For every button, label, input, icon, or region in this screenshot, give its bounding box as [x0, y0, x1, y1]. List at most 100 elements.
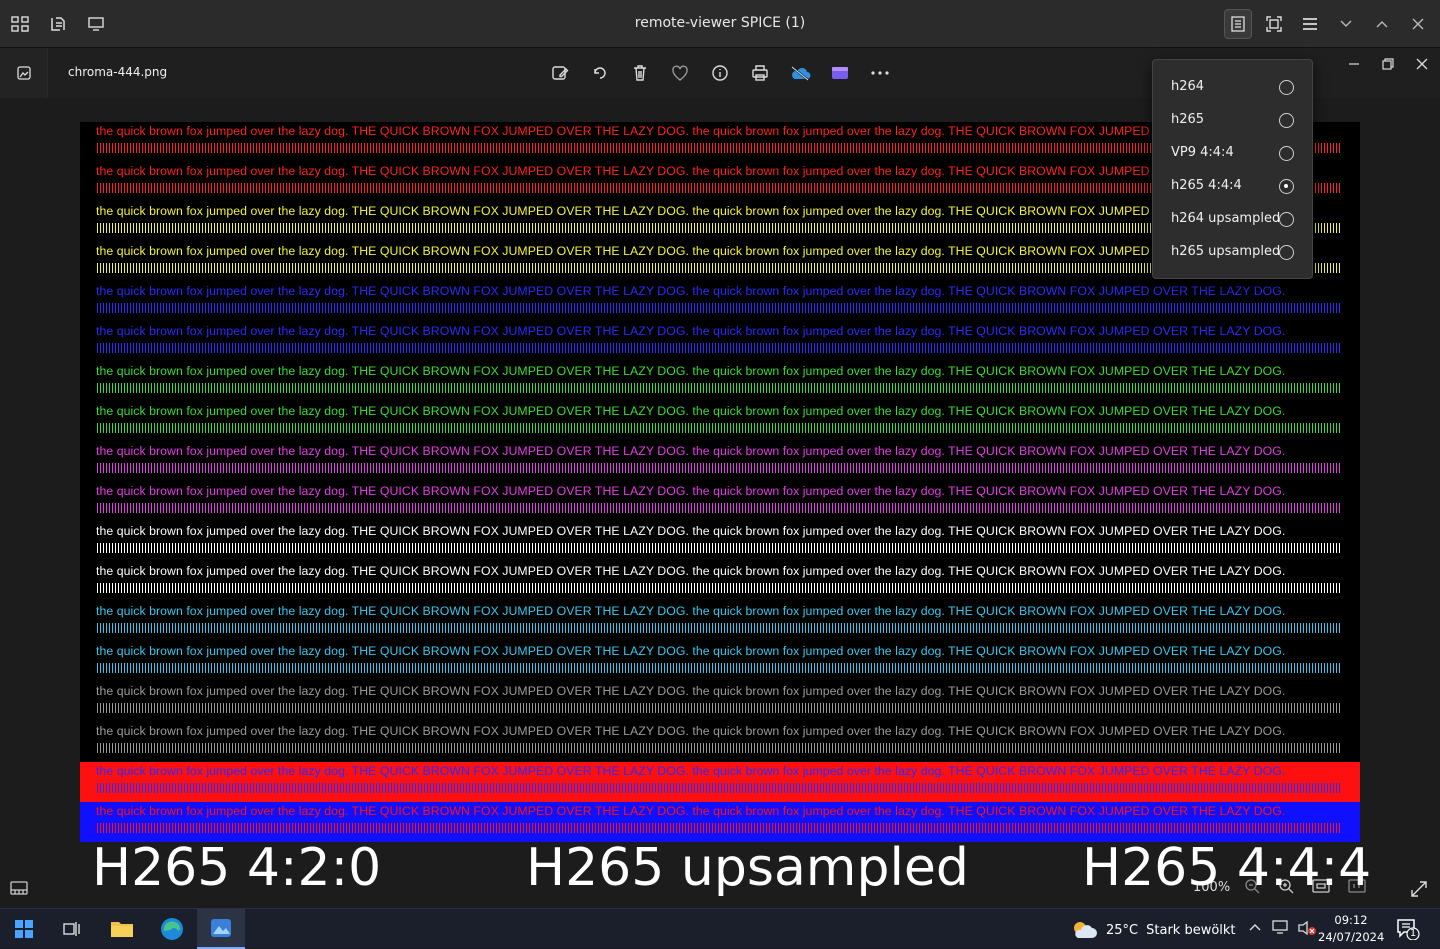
line-pattern: [97, 303, 1340, 313]
codec-option[interactable]: h265: [1153, 103, 1312, 136]
clock-date: 24/07/2024: [1318, 930, 1385, 944]
codec-option[interactable]: VP9 4:4:4: [1153, 136, 1312, 169]
codec-radio-button[interactable]: [1279, 245, 1294, 260]
photos-window-controls: [1348, 56, 1428, 74]
line-pattern: [97, 783, 1340, 793]
remote-viewer-titlebar: remote-viewer SPICE (1): [0, 0, 1440, 48]
codec-option[interactable]: h265 4:4:4: [1153, 169, 1312, 202]
start-button[interactable]: [0, 909, 48, 949]
pangram-text: the quick brown fox jumped over the lazy…: [96, 484, 1286, 498]
system-clock[interactable]: 09:12 24/07/2024: [1318, 912, 1384, 946]
line-pattern: [97, 823, 1340, 833]
hamburger-menu-icon[interactable]: [1296, 9, 1324, 39]
notification-center-icon[interactable]: 1: [1396, 918, 1420, 941]
codec-radio-button[interactable]: [1279, 179, 1294, 194]
volume-muted-icon[interactable]: [1298, 920, 1316, 940]
line-pattern: [97, 383, 1340, 393]
pangram-text: the quick brown fox jumped over the lazy…: [96, 164, 1286, 178]
delete-icon[interactable]: [628, 61, 652, 85]
codec-option-label: h264: [1171, 79, 1205, 94]
line-pattern: [97, 543, 1340, 553]
minimize-chevron-icon[interactable]: [1332, 9, 1360, 39]
weather-widget[interactable]: 25°C Stark bewölkt: [1070, 920, 1236, 940]
test-pattern-row: the quick brown fox jumped over the lazy…: [80, 642, 1360, 682]
task-view-icon[interactable]: [48, 909, 96, 949]
more-options-icon[interactable]: [868, 61, 892, 85]
cloud-weather-icon: [1074, 922, 1097, 938]
fullscreen-icon[interactable]: [1260, 9, 1288, 39]
codec-option[interactable]: h264 upsampled: [1153, 202, 1312, 235]
test-pattern-row: the quick brown fox jumped over the lazy…: [80, 682, 1360, 722]
file-name: chroma-444.png: [68, 65, 168, 79]
windows-taskbar: 25°C Stark bewölkt 09:12 24/07/2024 1: [0, 908, 1440, 949]
codec-radio-button[interactable]: [1279, 80, 1294, 95]
line-pattern: [97, 583, 1340, 593]
pangram-text: the quick brown fox jumped over the lazy…: [96, 604, 1286, 618]
line-pattern: [97, 743, 1340, 753]
test-pattern-row: the quick brown fox jumped over the lazy…: [80, 362, 1360, 402]
pangram-text: the quick brown fox jumped over the lazy…: [96, 684, 1286, 698]
file-explorer-icon[interactable]: [98, 909, 146, 949]
test-pattern-row: the quick brown fox jumped over the lazy…: [80, 442, 1360, 482]
maximize-chevron-icon[interactable]: [1368, 9, 1396, 39]
comparison-captions: H265 4:2:0 H265 upsampled H265 4:4:4: [0, 838, 1440, 898]
codec-option[interactable]: h264: [1153, 70, 1312, 103]
caption-left: H265 4:2:0: [92, 838, 382, 898]
chevron-up-icon[interactable]: [1248, 920, 1262, 940]
codec-dropdown-menu: h264 h265 VP9 4:4:4 h265 4:4:4 h264 upsample…: [1152, 59, 1313, 279]
pangram-text: the quick brown fox jumped over the lazy…: [96, 444, 1286, 458]
close-icon[interactable]: [1404, 9, 1432, 39]
codec-option-label: h265: [1171, 112, 1205, 127]
pangram-text: the quick brown fox jumped over the lazy…: [96, 404, 1286, 418]
favorite-heart-icon[interactable]: [668, 61, 692, 85]
line-pattern: [97, 703, 1340, 713]
weather-temperature: 25°C: [1106, 922, 1139, 938]
edge-browser-icon[interactable]: [148, 909, 196, 949]
codec-radio-button[interactable]: [1279, 113, 1294, 128]
codec-radio-button[interactable]: [1279, 212, 1294, 227]
line-pattern: [97, 423, 1340, 433]
caption-center: H265 upsampled: [526, 838, 969, 898]
photos-taskbar-icon[interactable]: [197, 909, 245, 949]
titlebar-right-tools: [1224, 9, 1432, 39]
clipchamp-icon[interactable]: [828, 61, 852, 85]
rotate-icon[interactable]: [588, 61, 612, 85]
pangram-text: the quick brown fox jumped over the lazy…: [96, 644, 1286, 658]
weather-description: Stark bewölkt: [1146, 922, 1236, 938]
pangram-text: the quick brown fox jumped over the lazy…: [96, 244, 1286, 258]
photos-gallery-icon[interactable]: [0, 48, 48, 98]
line-pattern: [97, 663, 1340, 673]
pangram-text: the quick brown fox jumped over the lazy…: [96, 524, 1286, 538]
test-pattern-row: the quick brown fox jumped over the lazy…: [80, 322, 1360, 362]
codec-option-label: h265 upsampled: [1171, 244, 1281, 259]
codec-option-label: h264 upsampled: [1171, 211, 1281, 226]
line-pattern: [97, 623, 1340, 633]
test-pattern-row: the quick brown fox jumped over the lazy…: [80, 282, 1360, 322]
caption-right: H265 4:4:4: [1082, 838, 1372, 898]
codec-menu-button[interactable]: [1224, 9, 1252, 39]
print-icon[interactable]: [748, 61, 772, 85]
photos-close-icon[interactable]: [1416, 56, 1428, 74]
codec-option[interactable]: h265 upsampled: [1153, 235, 1312, 268]
test-pattern-row: the quick brown fox jumped over the lazy…: [80, 722, 1360, 762]
network-icon[interactable]: [1272, 920, 1288, 940]
pangram-text: the quick brown fox jumped over the lazy…: [96, 564, 1286, 578]
pangram-text: the quick brown fox jumped over the lazy…: [96, 724, 1286, 738]
pangram-text: the quick brown fox jumped over the lazy…: [96, 124, 1286, 138]
photos-restore-icon[interactable]: [1382, 56, 1394, 74]
test-pattern-row: the quick brown fox jumped over the lazy…: [80, 562, 1360, 602]
test-pattern-row: the quick brown fox jumped over the lazy…: [80, 802, 1360, 842]
codec-radio-button[interactable]: [1279, 146, 1294, 161]
test-pattern-row: the quick brown fox jumped over the lazy…: [80, 522, 1360, 562]
edit-image-icon[interactable]: [548, 61, 572, 85]
onedrive-cloud-icon[interactable]: [788, 61, 812, 85]
codec-option-label: h265 4:4:4: [1171, 178, 1242, 193]
pangram-text: the quick brown fox jumped over the lazy…: [96, 324, 1286, 338]
test-pattern-row: the quick brown fox jumped over the lazy…: [80, 602, 1360, 642]
photo-toolbar: [548, 61, 892, 85]
notification-count: 1: [1409, 928, 1417, 939]
pangram-text: the quick brown fox jumped over the lazy…: [96, 284, 1286, 298]
file-info-icon[interactable]: [708, 61, 732, 85]
line-pattern: [97, 503, 1340, 513]
photos-minimize-icon[interactable]: [1348, 56, 1360, 74]
